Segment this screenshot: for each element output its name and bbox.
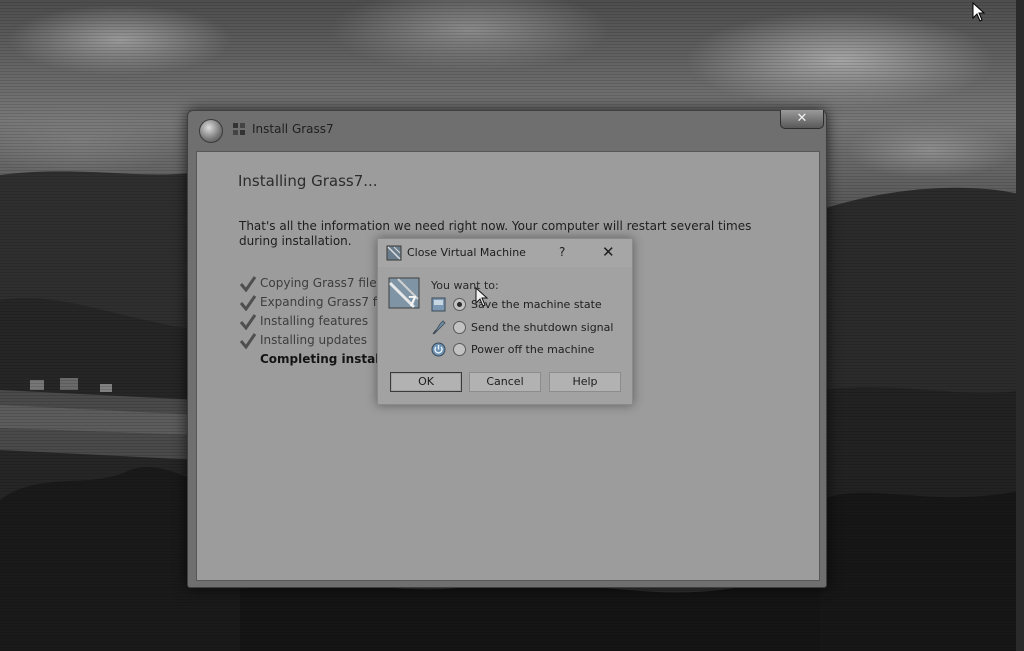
- mouse-pointer-icon: [475, 287, 489, 307]
- ok-button[interactable]: OK: [390, 372, 462, 392]
- help-question-button[interactable]: ?: [559, 245, 565, 259]
- option-save-state[interactable]: Save the machine state: [431, 297, 621, 313]
- installer-app-icon: [233, 123, 245, 135]
- close-vm-dialog: Close Virtual Machine ? ✕ 7 You want to:…: [377, 238, 633, 405]
- close-vm-dialog-body: 7 You want to: Save the machine state Se…: [378, 267, 632, 404]
- vm-scrollbar[interactable]: [1016, 0, 1024, 651]
- close-vm-dialog-titlebar[interactable]: Close Virtual Machine ? ✕: [378, 239, 632, 267]
- windows7-vm-logo-icon: 7: [388, 277, 420, 309]
- virtualbox-icon: [386, 245, 402, 261]
- mouse-cursor-icon: [972, 2, 986, 22]
- cancel-button[interactable]: Cancel: [469, 372, 541, 392]
- close-vm-dialog-close-button[interactable]: ✕: [602, 243, 615, 261]
- checkmark-icon: [239, 295, 257, 311]
- back-orb-icon[interactable]: [199, 119, 223, 143]
- checkmark-icon: [239, 333, 257, 349]
- close-vm-dialog-title: Close Virtual Machine: [407, 246, 526, 259]
- option-shutdown-signal[interactable]: Send the shutdown signal: [431, 320, 621, 336]
- install-window-title: Install Grass7: [252, 122, 334, 136]
- power-off-icon: [431, 342, 446, 357]
- svg-text:7: 7: [408, 295, 417, 309]
- power-off-radio[interactable]: [453, 343, 466, 356]
- checkmark-icon: [239, 314, 257, 330]
- help-button[interactable]: Help: [549, 372, 621, 392]
- shutdown-signal-radio[interactable]: [453, 321, 466, 334]
- install-window-close-button[interactable]: ✕: [780, 110, 824, 129]
- option-power-off[interactable]: Power off the machine: [431, 342, 621, 358]
- save-state-radio[interactable]: [453, 298, 466, 311]
- checkmark-icon: [239, 276, 257, 292]
- install-window-titlebar[interactable]: Install Grass7 ✕: [188, 110, 826, 149]
- save-state-icon: [431, 297, 446, 312]
- setup-heading: Installing Grass7...: [238, 172, 378, 190]
- shutdown-signal-icon: [432, 320, 446, 335]
